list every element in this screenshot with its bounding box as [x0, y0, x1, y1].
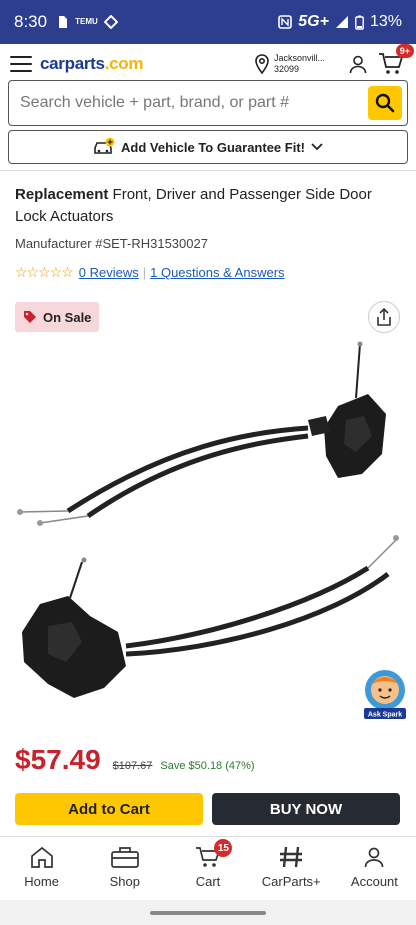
user-icon	[365, 847, 384, 868]
search-button[interactable]	[368, 86, 402, 120]
add-to-cart-button[interactable]: Add to Cart	[15, 793, 203, 825]
toolbox-icon	[110, 847, 139, 868]
status-bar: 8:30 TEMU 5G+ 13%	[0, 0, 416, 44]
manufacturer-number: Manufacturer #SET-RH31530027	[15, 236, 208, 251]
original-price: $107.67	[112, 760, 153, 772]
separator: |	[142, 265, 147, 280]
lower-actuator	[22, 535, 399, 698]
search-input[interactable]	[9, 81, 368, 125]
nfc-icon	[278, 15, 293, 29]
nav-account-label: Account	[350, 874, 398, 889]
logo-tld: .com	[104, 54, 144, 73]
signal-icon	[335, 16, 348, 28]
battery-icon	[355, 15, 364, 30]
product-image[interactable]	[8, 336, 408, 726]
notification-icon	[59, 16, 68, 28]
buy-now-button[interactable]: BUY NOW	[212, 793, 400, 825]
on-sale-label: On Sale	[43, 309, 92, 325]
notification-icons: TEMU	[57, 15, 118, 29]
product-title-bold: Replacement	[15, 186, 109, 203]
rating-row: ☆☆☆☆☆ 0 Reviews | 1 Questions & Answers	[15, 264, 285, 281]
price-row: $57.49 $107.67 Save $50.18 (47%)	[15, 744, 255, 776]
battery-level: 13%	[369, 13, 402, 30]
temu-icon: TEMU	[75, 17, 98, 26]
nav-shop[interactable]: Shop	[83, 837, 166, 900]
user-icon[interactable]	[348, 54, 368, 74]
reviews-link[interactable]: 0 Reviews	[79, 265, 139, 280]
car-plus-icon	[94, 137, 115, 154]
site-header: carparts.com Jacksonvill... 32099 9+	[0, 44, 416, 84]
current-price: $57.49	[15, 744, 101, 775]
network-label: 5G+	[298, 13, 329, 30]
questions-link[interactable]: 1 Questions & Answers	[150, 265, 284, 280]
add-vehicle-label: Add Vehicle To Guarantee Fit!	[121, 139, 305, 155]
location-selector[interactable]: Jacksonvill... 32099	[254, 53, 336, 75]
share-icon	[377, 308, 391, 326]
location-pin-icon	[255, 54, 269, 74]
search-bar	[8, 80, 408, 126]
menu-icon[interactable]	[10, 56, 32, 72]
nav-home[interactable]: Home	[0, 837, 83, 900]
nav-cart-badge: 15	[214, 839, 233, 857]
add-vehicle-button[interactable]: Add Vehicle To Guarantee Fit!	[8, 130, 408, 164]
nav-cart[interactable]: 15 Cart	[166, 837, 249, 900]
on-sale-badge: On Sale	[15, 302, 100, 332]
star-rating: ☆☆☆☆☆	[15, 264, 74, 280]
home-icon	[30, 846, 53, 868]
nav-carparts-plus-label: CarParts+	[261, 874, 321, 889]
product-title: Replacement Front, Driver and Passenger …	[15, 184, 395, 228]
ask-spark-button[interactable]: Ask Spark	[362, 668, 408, 720]
sync-icon	[103, 15, 118, 29]
location-text: Jacksonvill... 32099	[274, 53, 336, 75]
system-icons: 5G+ 13%	[278, 13, 402, 31]
nav-carparts-plus[interactable]: CarParts+	[250, 837, 333, 900]
location-city: Jacksonvill...	[274, 53, 326, 63]
divider	[0, 170, 416, 171]
nav-shop-label: Shop	[109, 874, 140, 889]
savings-text: Save $50.18 (47%)	[160, 760, 255, 772]
upper-actuator	[17, 341, 386, 526]
site-logo[interactable]: carparts.com	[40, 54, 143, 74]
home-indicator[interactable]	[150, 911, 266, 915]
search-icon	[375, 93, 395, 113]
manufacturer-label: Manufacturer #	[15, 236, 103, 251]
nav-account[interactable]: Account	[333, 837, 416, 900]
ask-spark-label: Ask Spark	[368, 712, 402, 719]
bottom-navigation: Home Shop 15 Cart CarParts+ Account	[0, 836, 416, 900]
logo-text: carparts	[40, 54, 105, 73]
share-button[interactable]	[368, 301, 400, 333]
carparts-plus-icon	[280, 846, 303, 868]
clock: 8:30	[14, 12, 48, 31]
manufacturer-value: SET-RH31530027	[102, 236, 208, 251]
tag-icon	[24, 311, 36, 323]
cart-count-badge: 9+	[395, 44, 414, 58]
location-zip: 32099	[274, 64, 300, 74]
header-cart-button[interactable]: 9+	[378, 44, 414, 78]
nav-home-label: Home	[24, 874, 59, 889]
ask-spark-icon: Ask Spark	[364, 670, 406, 719]
nav-cart-label: Cart	[195, 874, 221, 889]
chevron-down-icon	[311, 143, 323, 151]
